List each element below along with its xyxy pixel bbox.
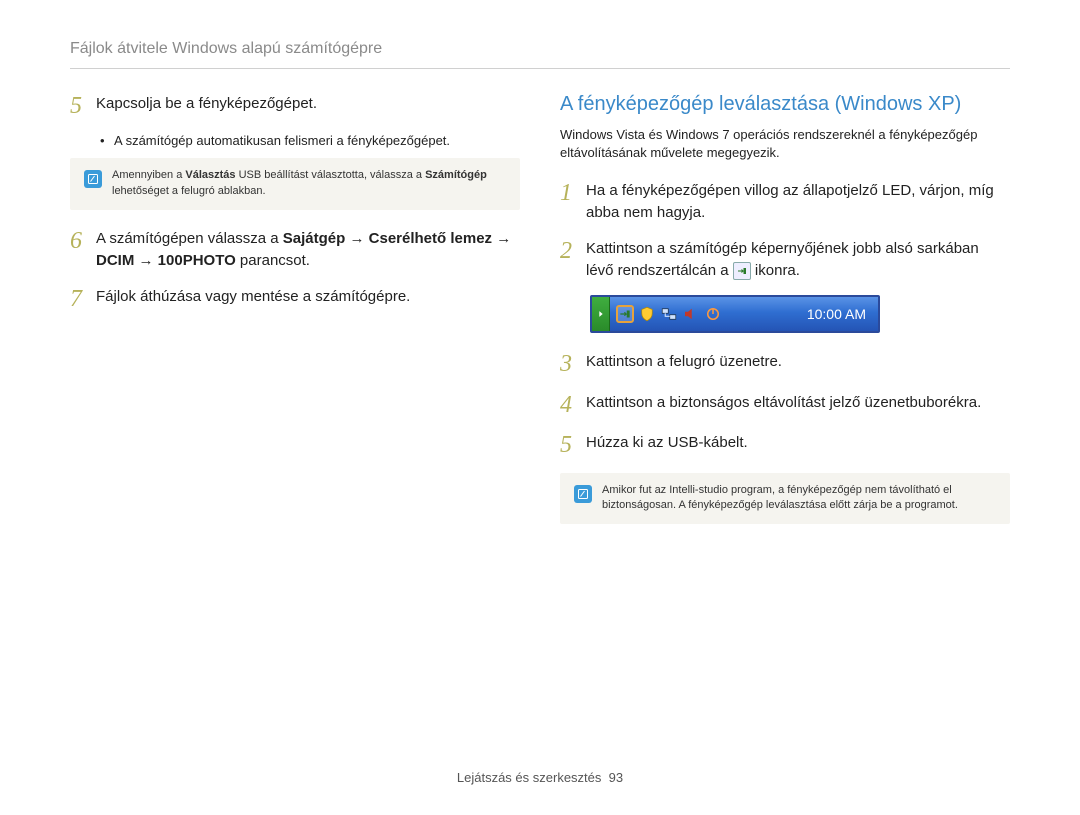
divider xyxy=(70,68,1010,69)
step-5: 5 Kapcsolja be a fényképezőgépet. xyxy=(70,93,520,119)
step-number: 5 xyxy=(560,432,586,458)
shield-tray-icon xyxy=(638,305,656,323)
step-text: Húzza ki az USB-kábelt. xyxy=(586,432,1010,458)
step-text: Kapcsolja be a fényképezőgépet. xyxy=(96,93,520,119)
step-text: A számítógépen válassza a Sajátgép → Cse… xyxy=(96,228,520,272)
volume-tray-icon xyxy=(682,305,700,323)
safely-remove-tray-icon xyxy=(616,305,634,323)
bullet-dot: • xyxy=(100,133,114,148)
step-text: Kattintson a biztonságos eltávolítást je… xyxy=(586,392,1010,418)
step-7: 7 Fájlok áthúzása vagy mentése a számító… xyxy=(70,286,520,312)
network-tray-icon xyxy=(660,305,678,323)
step-number: 6 xyxy=(70,228,96,272)
step-text: Kattintson a felugró üzenetre. xyxy=(586,351,1010,377)
start-button-edge xyxy=(592,297,610,331)
step-text: Kattintson a számítógép képernyőjének jo… xyxy=(586,238,1010,282)
breadcrumb-title: Fájlok átvitele Windows alapú számítógép… xyxy=(70,40,1010,68)
step-4: 4 Kattintson a biztonságos eltávolítást … xyxy=(560,392,1010,418)
section-title: A fényképezőgép leválasztása (Windows XP… xyxy=(560,93,1010,116)
step-text: Ha a fényképezőgépen villog az állapotje… xyxy=(586,180,1010,224)
note-icon xyxy=(574,485,592,503)
step-number: 7 xyxy=(70,286,96,312)
note-text: Amikor fut az Intelli-studio program, a … xyxy=(602,483,996,515)
taskbar-screenshot: 10:00 AM xyxy=(590,295,1010,333)
safely-remove-icon xyxy=(733,262,751,280)
page-footer: Lejátszás és szerkesztés 93 xyxy=(0,770,1080,785)
step-number: 4 xyxy=(560,392,586,418)
step-3: 3 Kattintson a felugró üzenetre. xyxy=(560,351,1010,377)
step-5-right: 5 Húzza ki az USB-kábelt. xyxy=(560,432,1010,458)
step-number: 1 xyxy=(560,180,586,224)
system-tray xyxy=(610,297,728,331)
section-intro: Windows Vista és Windows 7 operációs ren… xyxy=(560,126,1010,162)
taskbar-clock: 10:00 AM xyxy=(807,306,878,322)
step-number: 2 xyxy=(560,238,586,282)
note-box: Amennyiben a Választás USB beállítást vá… xyxy=(70,158,520,210)
bullet-text: A számítógép automatikusan felismeri a f… xyxy=(114,133,450,148)
note-box: Amikor fut az Intelli-studio program, a … xyxy=(560,473,1010,525)
note-icon xyxy=(84,170,102,188)
step-2: 2 Kattintson a számítógép képernyőjének … xyxy=(560,238,1010,282)
step-1: 1 Ha a fényképezőgépen villog az állapot… xyxy=(560,180,1010,224)
power-tray-icon xyxy=(704,305,722,323)
step-text: Fájlok áthúzása vagy mentése a számítógé… xyxy=(96,286,520,312)
step-6: 6 A számítógépen válassza a Sajátgép → C… xyxy=(70,228,520,272)
columns: 5 Kapcsolja be a fényképezőgépet. • A sz… xyxy=(70,93,1010,542)
page: Fájlok átvitele Windows alapú számítógép… xyxy=(0,0,1080,815)
left-column: 5 Kapcsolja be a fényképezőgépet. • A sz… xyxy=(70,93,520,542)
right-column: A fényképezőgép leválasztása (Windows XP… xyxy=(560,93,1010,542)
bullet-item: • A számítógép automatikusan felismeri a… xyxy=(100,133,520,148)
step-number: 3 xyxy=(560,351,586,377)
note-text: Amennyiben a Választás USB beállítást vá… xyxy=(112,168,506,200)
step-number: 5 xyxy=(70,93,96,119)
windows-taskbar: 10:00 AM xyxy=(590,295,880,333)
